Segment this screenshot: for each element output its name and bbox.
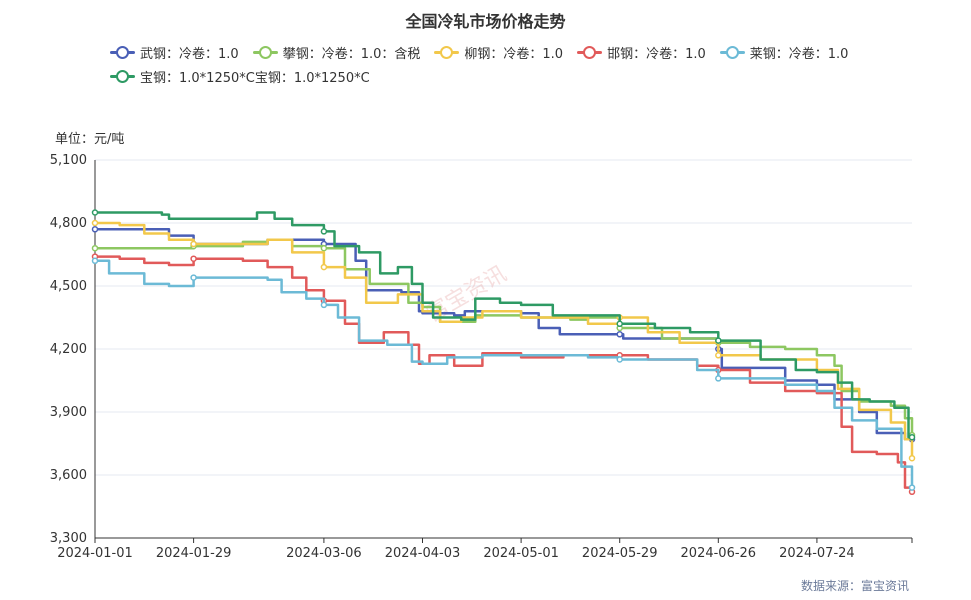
data-source-note: 数据来源：富宝资讯 — [800, 579, 909, 593]
series-point — [908, 454, 916, 462]
y-tick-label: 4,200 — [50, 342, 87, 357]
series-point — [320, 228, 328, 235]
series-point — [91, 257, 99, 265]
series-point — [91, 226, 99, 233]
y-tick-label: 3,600 — [50, 468, 87, 483]
series-point — [616, 356, 623, 363]
y-tick-label: 3,900 — [50, 405, 87, 420]
series-point — [320, 301, 328, 309]
series-point — [320, 244, 328, 252]
series-point — [91, 219, 99, 227]
x-tick-label: 2024-05-29 — [582, 546, 658, 561]
series-line — [95, 238, 914, 436]
series-point — [320, 263, 328, 271]
series-point — [715, 337, 722, 344]
x-tick-label: 2024-06-26 — [681, 546, 757, 561]
x-tick-label: 2024-04-03 — [385, 546, 461, 561]
series-point — [908, 433, 916, 441]
series-point — [190, 274, 197, 281]
y-tick-label: 3,300 — [50, 531, 87, 546]
y-tick-label: 5,100 — [50, 153, 87, 168]
series-point — [715, 352, 722, 359]
x-tick-label: 2024-05-01 — [483, 546, 559, 561]
series-point — [715, 375, 722, 382]
series-point — [908, 484, 916, 491]
x-tick-label: 2024-01-01 — [57, 546, 133, 561]
series-point — [190, 255, 197, 262]
series-point — [616, 320, 623, 328]
y-tick-label: 4,500 — [50, 279, 87, 294]
series-line — [95, 228, 912, 441]
x-tick-label: 2024-03-06 — [286, 546, 362, 561]
series-point — [616, 331, 623, 338]
series-point — [91, 244, 99, 252]
series-line — [95, 259, 914, 488]
y-tick-label: 4,800 — [50, 216, 87, 231]
series-point — [190, 240, 197, 248]
series-point — [91, 209, 99, 216]
price-line-chart: 3,300 3,600 3,900 4,200 4,500 4,800 5,100 2024-… — [50, 153, 916, 561]
x-tick-label: 2024-07-24 — [779, 546, 855, 561]
series-line — [95, 255, 914, 492]
x-tick-label: 2024-01-29 — [156, 546, 232, 561]
